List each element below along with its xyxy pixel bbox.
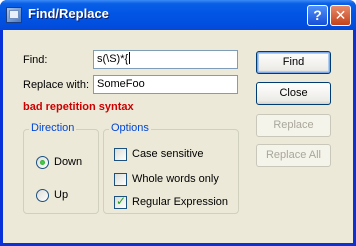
find-input[interactable]: s(\S)*{ xyxy=(93,50,238,69)
close-button[interactable]: Close xyxy=(256,82,331,105)
direction-up-label[interactable]: Up xyxy=(54,189,68,201)
regular-expression-checkbox[interactable] xyxy=(114,194,127,209)
close-icon[interactable]: ✕ xyxy=(330,5,351,26)
case-sensitive-checkbox[interactable] xyxy=(114,148,127,161)
find-button[interactable]: Find xyxy=(256,51,331,74)
replace-label: Replace with: xyxy=(23,79,90,91)
direction-up-radio[interactable] xyxy=(36,189,49,202)
direction-down-radio[interactable] xyxy=(36,156,49,169)
direction-group-title: Direction xyxy=(29,122,77,134)
replace-button[interactable]: Replace xyxy=(256,114,331,137)
help-icon[interactable]: ? xyxy=(307,5,328,26)
find-label: Find: xyxy=(23,54,48,66)
whole-words-checkbox[interactable] xyxy=(114,173,127,186)
options-group-title: Options xyxy=(109,122,151,134)
regular-expression-label[interactable]: Regular Expression xyxy=(132,196,228,208)
error-message: bad repetition syntax xyxy=(23,101,134,113)
find-input-value: s(\S)*{ xyxy=(97,53,129,65)
direction-group xyxy=(23,129,99,214)
find-replace-dialog: Find/Replace ? ✕ Find: s(\S)*{ Replace w… xyxy=(0,0,356,246)
direction-down-label[interactable]: Down xyxy=(54,156,82,168)
replace-input[interactable]: SomeFoo xyxy=(93,75,238,94)
dialog-body: Find: s(\S)*{ Replace with: SomeFoo bad … xyxy=(3,30,353,243)
title-bar[interactable]: Find/Replace ? ✕ xyxy=(0,0,356,30)
text-caret xyxy=(129,52,131,64)
app-icon xyxy=(6,7,22,23)
case-sensitive-label[interactable]: Case sensitive xyxy=(132,148,204,160)
window-title: Find/Replace xyxy=(28,6,109,21)
replace-all-button[interactable]: Replace All xyxy=(256,144,331,167)
whole-words-label[interactable]: Whole words only xyxy=(132,173,219,185)
